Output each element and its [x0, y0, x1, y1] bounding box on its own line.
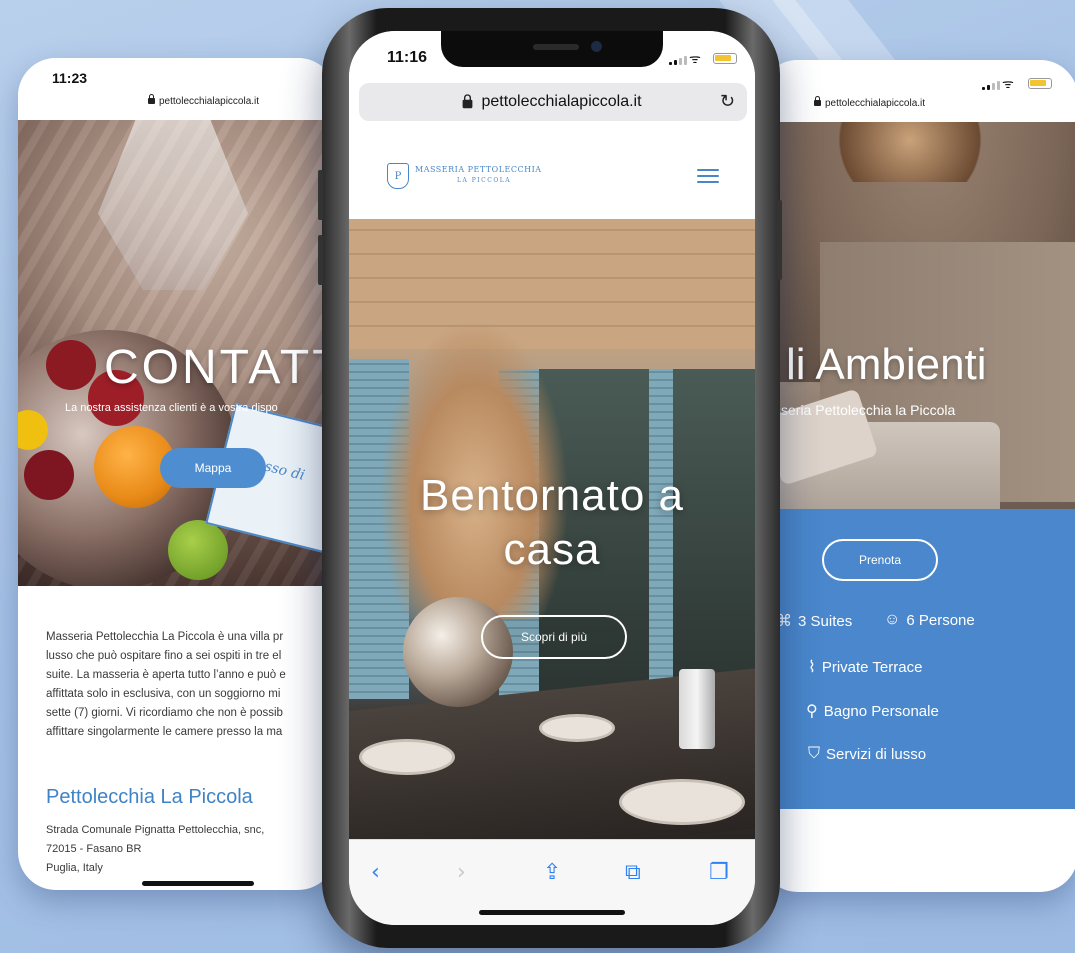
map-button[interactable]: Mappa: [160, 448, 266, 488]
plate: [539, 714, 615, 742]
status-time: 11:23: [52, 70, 88, 86]
status-time: 11:16: [387, 49, 428, 66]
metal-pitcher: [679, 669, 715, 749]
url-bar[interactable]: pettolecchialapiccola.it: [148, 94, 260, 107]
fruit: [24, 450, 74, 500]
safari-toolbar: ‹ › ⇪ ⧉ ❐: [349, 839, 755, 925]
hero-subtitle: La nostra assistenza clienti è a vostra …: [65, 402, 278, 414]
status-bar: pettolecchialapiccola.it ᯤ: [760, 60, 1075, 122]
logo-subtitle: LA PICCOLA: [457, 177, 512, 184]
hero-title-line1: Bentornato a: [420, 471, 684, 520]
property-title: Pettolecchia La Piccola: [46, 786, 253, 808]
bag-icon: ⛉: [808, 745, 821, 762]
discover-more-button[interactable]: Scopri di più: [481, 615, 627, 659]
feature-guests: ☺ 6 Persone: [884, 611, 975, 629]
front-camera: [591, 41, 602, 52]
signal-icon: [669, 55, 687, 65]
right-phone-screen: pettolecchialapiccola.it ᯤ li Ambienti s…: [760, 60, 1075, 892]
feature-terrace: ⌇ Private Terrace: [808, 657, 922, 677]
feature-suites: ⌘ 3 Suites: [776, 611, 852, 631]
lock-icon: [814, 96, 821, 106]
share-icon[interactable]: ⇪: [543, 860, 561, 885]
plate: [359, 739, 455, 775]
home-indicator[interactable]: [479, 910, 625, 915]
hero-title: li Ambienti: [786, 340, 987, 389]
volume-button: [318, 170, 323, 220]
chevron-left-icon[interactable]: ‹: [371, 860, 380, 885]
feature-label: 6 Persone: [906, 611, 975, 629]
fruit: [168, 520, 228, 580]
lock-icon: [463, 94, 473, 109]
signal-icon: [982, 80, 1000, 90]
url-text: pettolecchialapiccola.it: [481, 93, 642, 110]
feature-luxury: ⛉ Servizi di lusso: [808, 745, 926, 763]
logo-shield-icon[interactable]: P: [387, 163, 409, 189]
lock-icon: [148, 94, 155, 104]
left-phone-screen: 11:23 pettolecchialapiccola.it Il lusso …: [18, 58, 336, 890]
book-icon[interactable]: ⧉: [625, 860, 641, 885]
tabs-icon[interactable]: ❐: [709, 860, 729, 885]
feature-label: Private Terrace: [821, 658, 923, 676]
chevron-right-icon[interactable]: ›: [457, 860, 466, 885]
hero-image-contacts: Il lusso di CONTATT La nostra assistenza…: [18, 120, 336, 586]
hero-subtitle: sseria Pettolecchia la Piccola: [774, 402, 956, 418]
hero-image-home: Bentornato a casa Scopri di più: [349, 219, 755, 839]
hero-image-rooms: li Ambienti sseria Pettolecchia la Picco…: [760, 122, 1075, 509]
battery-icon: [1028, 78, 1052, 89]
hero-title-line2: casa: [503, 525, 601, 574]
url-bar[interactable]: pettolecchialapiccola.it ↻: [359, 83, 747, 121]
shower-icon: ⚲: [806, 703, 818, 720]
plate: [619, 779, 745, 825]
wifi-icon: ᯤ: [689, 52, 701, 67]
features-panel: Prenota ⌘ 3 Suites ☺ 6 Persone ⌇ Private Te…: [760, 509, 1075, 809]
battery-icon: [713, 53, 737, 64]
wifi-icon: ᯤ: [1002, 77, 1014, 92]
feature-label: Servizi di lusso: [826, 745, 927, 763]
center-phone-screen: 11:16 ᯤ pettolecchialapiccola.it ↻ P MAS…: [349, 31, 755, 925]
speaker: [533, 44, 579, 50]
url-text: pettolecchialapiccola.it: [159, 96, 260, 107]
terrace-icon: ⌇: [808, 659, 816, 676]
chandelier: [820, 122, 1000, 182]
book-button[interactable]: Prenota: [822, 539, 938, 581]
feature-label: Bagno Personale: [823, 702, 939, 720]
site-header: P MASSERIA PETTOLECCHIA LA PICCOLA: [349, 131, 755, 219]
users-icon: ☺: [884, 611, 901, 628]
url-bar[interactable]: pettolecchialapiccola.it: [814, 96, 926, 109]
url-text: pettolecchialapiccola.it: [825, 98, 926, 109]
hero-title: Bentornato a casa: [349, 469, 755, 577]
feature-bathroom: ⚲ Bagno Personale: [806, 701, 939, 721]
home-indicator[interactable]: [142, 881, 254, 886]
volume-button: [318, 235, 323, 285]
notch: [441, 31, 663, 67]
logo-name[interactable]: MASSERIA PETTOLECCHIA: [415, 165, 542, 174]
status-bar: 11:16 ᯤ: [349, 31, 755, 81]
description-text: Masseria Pettolecchia La Piccola è una v…: [46, 631, 286, 738]
status-bar: 11:23 pettolecchialapiccola.it: [18, 58, 336, 120]
address-text: Strada Comunale Pignatta Pettolecchia, s…: [46, 824, 265, 874]
hero-title: CONTATT: [104, 341, 336, 394]
reload-icon[interactable]: ↻: [720, 91, 735, 112]
hamburger-menu-icon[interactable]: [697, 169, 719, 183]
fruit: [46, 340, 96, 390]
feature-label: 3 Suites: [798, 612, 853, 630]
power-button: [777, 200, 782, 280]
